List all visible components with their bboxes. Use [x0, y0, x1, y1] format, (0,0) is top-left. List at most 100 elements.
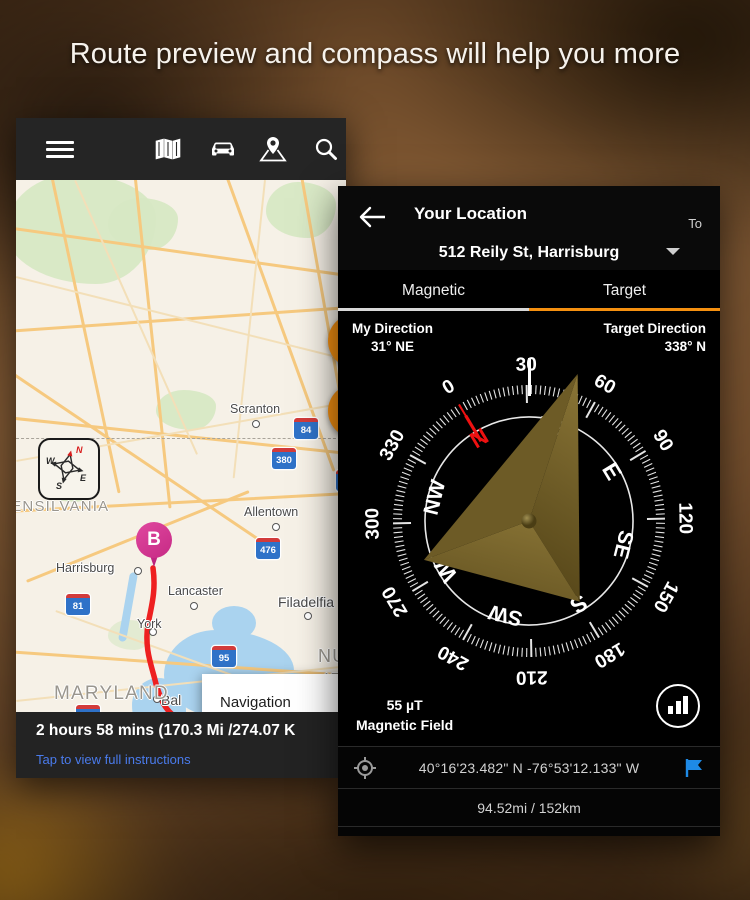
- compass-tick: [530, 638, 533, 657]
- car-icon[interactable]: [199, 118, 247, 180]
- context-menu[interactable]: Navigation Auto Preview Manual Preview: [202, 674, 346, 712]
- tab-indicator-magnetic: [338, 308, 529, 311]
- compass-tick: [651, 553, 661, 557]
- target-direction: Target Direction 338° N: [603, 320, 706, 356]
- compass-tick: [655, 527, 665, 529]
- menu-item-navigation[interactable]: Navigation: [202, 680, 346, 712]
- compass-tick: [484, 392, 489, 402]
- tab-target[interactable]: Target: [529, 282, 720, 300]
- highway-shield: 270: [76, 705, 100, 712]
- city-dot: [272, 523, 280, 531]
- gps-crosshair-icon[interactable]: [354, 757, 376, 779]
- compass-tick: [653, 544, 663, 548]
- compass-tick: [393, 508, 403, 511]
- menu-icon[interactable]: [34, 118, 86, 180]
- compass-tick: [632, 442, 641, 449]
- compass-tick: [507, 386, 510, 396]
- compass-tick: [502, 387, 506, 397]
- compass-tick: [401, 471, 411, 477]
- compass-degree-label: 210: [516, 666, 548, 688]
- map-icon[interactable]: [144, 118, 192, 180]
- bar-chart-icon[interactable]: [656, 684, 700, 728]
- flag-icon[interactable]: [684, 758, 704, 778]
- compass-tick: [654, 540, 664, 543]
- compass-tabs: Magnetic Target: [338, 282, 720, 316]
- compass-tick: [454, 406, 461, 415]
- city-dot: [252, 420, 260, 428]
- map-canvas[interactable]: B Scranton Allentown Filadelfia Harrisbu…: [16, 180, 346, 712]
- compass-tick: [516, 647, 519, 657]
- compass-tick: [627, 434, 636, 442]
- compass-tick: [401, 565, 411, 571]
- map-marker-b[interactable]: B: [136, 522, 172, 568]
- compass-tick: [621, 427, 629, 435]
- coordinates-row[interactable]: 40°16'23.482" N -76°53'12.133" W: [338, 746, 720, 789]
- compass-tick: [526, 647, 528, 657]
- chevron-down-icon[interactable]: [666, 248, 680, 255]
- compass-tick: [409, 454, 427, 465]
- city-label: York: [137, 617, 162, 631]
- compass-tick: [535, 385, 537, 395]
- page-title: Route preview and compass will help you …: [69, 38, 681, 70]
- highway-shield: 476: [256, 538, 280, 559]
- heading-index-line: [527, 358, 531, 396]
- back-arrow-icon[interactable]: [356, 200, 390, 234]
- compass-tick: [497, 644, 501, 654]
- compass-tick: [655, 508, 665, 511]
- compass-tick: [398, 557, 408, 562]
- compass-tick: [393, 527, 403, 529]
- compass-tick: [646, 517, 665, 520]
- compass-tick: [395, 544, 405, 548]
- compass-tick: [629, 450, 647, 462]
- compass-degree-label: 240: [434, 641, 472, 675]
- tab-indicator-target: [529, 308, 720, 311]
- compass-tick: [627, 600, 636, 608]
- search-icon[interactable]: [302, 118, 346, 180]
- compass-tick: [639, 454, 649, 460]
- compass-tick: [417, 593, 426, 600]
- compass-tick: [411, 580, 429, 592]
- compass-tick: [439, 616, 447, 625]
- compass-tick: [569, 640, 574, 650]
- compass-tick: [557, 644, 561, 654]
- compass-dial[interactable]: 0306090120150180210240270300330 NNEESESS…: [362, 354, 696, 688]
- compass-tick: [462, 623, 473, 641]
- compass-tick: [439, 417, 447, 426]
- compass-tick: [502, 645, 506, 655]
- compass-tick: [552, 387, 556, 397]
- compass-tick: [471, 397, 476, 407]
- compass-tick: [615, 421, 623, 429]
- compass-tick: [539, 385, 542, 395]
- pin-on-map-icon-glyph: [259, 137, 287, 162]
- compass-tick: [643, 463, 653, 468]
- compass-tick: [618, 424, 626, 432]
- tab-magnetic[interactable]: Magnetic: [338, 282, 529, 300]
- compass-rose-glyph: [50, 450, 84, 484]
- city-label: Harrisburg: [56, 561, 115, 575]
- tab-indicator: [338, 308, 720, 311]
- compass-tick: [414, 589, 423, 596]
- compass-tick: [484, 640, 489, 650]
- compass-degree-label: 90: [648, 426, 677, 455]
- my-direction: My Direction 31° NE: [352, 320, 433, 356]
- map-compass-rose[interactable]: N W E S: [38, 438, 100, 500]
- compass-tick: [543, 385, 547, 396]
- city-label: Scranton: [230, 402, 281, 416]
- pin-on-map-icon[interactable]: [249, 118, 297, 180]
- compass-tick: [479, 393, 485, 403]
- compass-tick: [608, 414, 616, 423]
- rose-label-e: E: [80, 473, 87, 483]
- magnetic-field-value: 55 µT: [386, 697, 423, 713]
- magnetic-field-readout: 55 µT Magnetic Field: [356, 696, 453, 735]
- compass-tick: [604, 412, 612, 420]
- compass-tick: [442, 619, 450, 628]
- compass-tick: [655, 522, 665, 524]
- destination-address[interactable]: 512 Reily St, Harrisburg: [338, 244, 720, 262]
- view-instructions-link[interactable]: Tap to view full instructions: [36, 752, 191, 767]
- compass-tick: [601, 624, 608, 633]
- compass-tick: [450, 409, 457, 418]
- compass-tick: [624, 603, 633, 611]
- compass-tick: [548, 386, 551, 396]
- compass-tick: [651, 485, 661, 489]
- compass-tick: [446, 622, 454, 630]
